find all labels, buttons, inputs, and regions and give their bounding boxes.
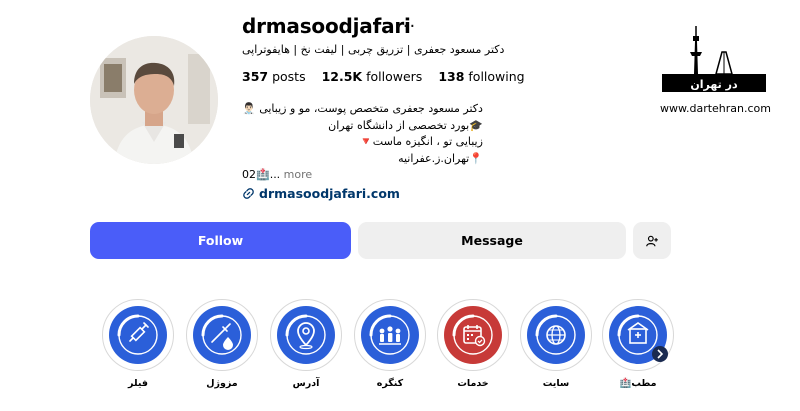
profile-website-link[interactable]: drmasoodjafari.com	[242, 186, 400, 201]
congress-icon	[361, 306, 419, 364]
highlight-ring	[437, 299, 509, 371]
followers-count[interactable]: 12.5K followers	[322, 69, 423, 84]
message-button[interactable]: Message	[358, 222, 626, 259]
bio-line: 🎓بورد تخصصی از دانشگاه تهران	[328, 118, 483, 132]
bio-line: 📍تهران.ز.عفرانیه	[398, 151, 483, 165]
profile-stats: 357 posts 12.5K followers 138 following	[242, 69, 525, 84]
follow-button[interactable]: Follow	[90, 222, 351, 259]
ellipsis-icon[interactable]: ···	[396, 16, 416, 37]
highlight-filler[interactable]: فیلر	[102, 299, 174, 389]
highlight-ring	[602, 299, 674, 371]
bio-line: زیبایی تو ، انگیزه ماست🔻	[359, 135, 483, 148]
location-pin-icon	[277, 306, 335, 364]
highlight-mesogel[interactable]: مزوژل	[186, 299, 258, 389]
following-count[interactable]: 138 following	[438, 69, 524, 84]
profile-avatar[interactable]	[90, 36, 218, 164]
highlight-label: سایت	[542, 378, 570, 389]
link-icon	[243, 188, 254, 199]
highlight-label: کنگره	[376, 378, 404, 389]
highlight-ring	[270, 299, 342, 371]
website-link-text: drmasoodjafari.com	[259, 186, 400, 201]
calendar-check-icon	[444, 306, 502, 364]
brand-logo: در تهران www.dartehran.com	[660, 22, 771, 115]
posts-count: 357 posts	[242, 69, 306, 84]
avatar-photo	[90, 36, 218, 164]
bio-line: دکتر مسعود جعفری متخصص پوست، مو و زیبایی…	[242, 102, 483, 115]
highlight-label: مطب🏥	[619, 378, 657, 389]
highlight-ring	[354, 299, 426, 371]
profile-bio: دکتر مسعود جعفری متخصص پوست، مو و زیبایی…	[242, 101, 483, 184]
bio-line: 02🏥... more	[242, 168, 313, 181]
bio-more-link[interactable]: more	[280, 168, 313, 181]
highlight-ring	[520, 299, 592, 371]
highlight-ring	[186, 299, 258, 371]
highlight-label: آدرس	[292, 378, 320, 389]
brand-url: www.dartehran.com	[660, 102, 771, 115]
highlight-label: فیلر	[128, 378, 148, 389]
add-user-icon	[646, 235, 658, 246]
globe-icon	[527, 306, 585, 364]
highlight-label: خدمات	[457, 378, 489, 389]
highlight-ring	[102, 299, 174, 371]
mesogel-icon	[193, 306, 251, 364]
highlight-services[interactable]: خدمات	[437, 299, 509, 389]
highlight-site[interactable]: سایت	[520, 299, 592, 389]
add-user-button[interactable]	[633, 222, 671, 259]
highlight-congress[interactable]: کنگره	[354, 299, 426, 389]
highlight-label: مزوژل	[206, 378, 238, 389]
clinic-icon	[609, 306, 668, 364]
highlight-address[interactable]: آدرس	[270, 299, 342, 389]
syringe-icon	[109, 306, 167, 364]
profile-tagline: دکتر مسعود جعفری | تزریق چربی | لیفت نخ …	[242, 43, 505, 56]
svg-text:در تهران: در تهران	[690, 78, 738, 91]
highlight-clinic[interactable]: مطب🏥	[602, 299, 674, 389]
tehran-tower-logo: در تهران	[662, 26, 766, 92]
username: drmasoodjafari	[242, 14, 411, 38]
